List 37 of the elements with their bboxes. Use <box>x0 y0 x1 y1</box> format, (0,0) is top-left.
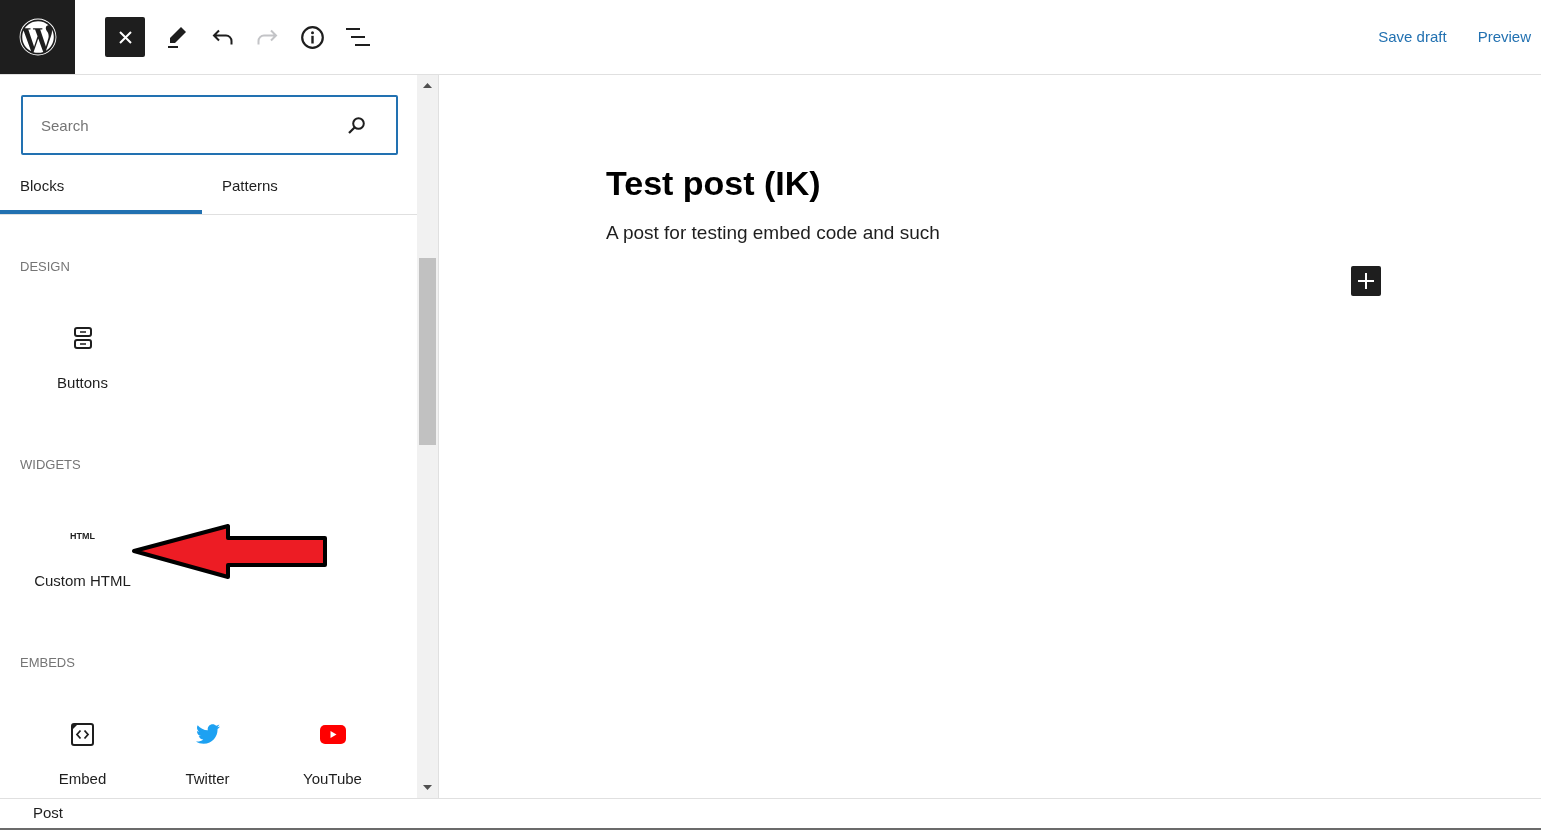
scroll-up-icon[interactable] <box>423 83 432 88</box>
post-paragraph[interactable]: A post for testing embed code and such <box>606 219 1381 247</box>
block-item[interactable]: Embed <box>20 722 145 789</box>
close-icon <box>118 30 132 44</box>
logo-button[interactable] <box>0 0 75 74</box>
breadcrumb-link[interactable]: Post <box>24 802 72 825</box>
redo-icon <box>257 29 278 45</box>
search-icon <box>348 117 365 134</box>
save-draft-button[interactable]: Save draft <box>1372 19 1453 55</box>
post-title[interactable]: Test post (IK) <box>606 162 1381 204</box>
block-item[interactable]: HTML Custom HTML <box>20 524 145 591</box>
block-item[interactable]: YouTube <box>270 722 395 789</box>
scrollbar[interactable] <box>417 75 438 798</box>
embed-code-icon <box>71 722 94 746</box>
inserter-tab[interactable]: Blocks <box>0 155 202 214</box>
close-button[interactable] <box>105 17 145 57</box>
section-heading: DESIGN <box>20 259 71 275</box>
block-item[interactable]: Twitter <box>145 722 270 789</box>
buttons-block-icon <box>73 327 92 349</box>
preview-button[interactable]: Preview <box>1471 19 1537 55</box>
bird-icon <box>195 722 220 746</box>
block-item[interactable]: Buttons <box>20 326 145 393</box>
search-field[interactable]: Search <box>21 95 398 155</box>
plus-icon <box>1358 273 1374 289</box>
list-view-icon <box>345 28 370 46</box>
pencil-icon <box>168 26 187 48</box>
scroll-down-icon[interactable] <box>423 785 432 790</box>
play-tile-icon <box>319 724 346 744</box>
section-heading: WIDGETS <box>20 457 82 473</box>
scrollbar-thumb[interactable] <box>419 258 436 445</box>
logo-icon <box>18 18 57 56</box>
info-icon <box>301 25 324 49</box>
section-heading: EMBEDS <box>20 655 76 671</box>
html-block-icon: HTML <box>70 531 95 541</box>
add-block-button[interactable] <box>1351 266 1381 296</box>
inserter-tab[interactable]: Patterns <box>202 155 404 214</box>
undo-icon <box>212 29 233 45</box>
